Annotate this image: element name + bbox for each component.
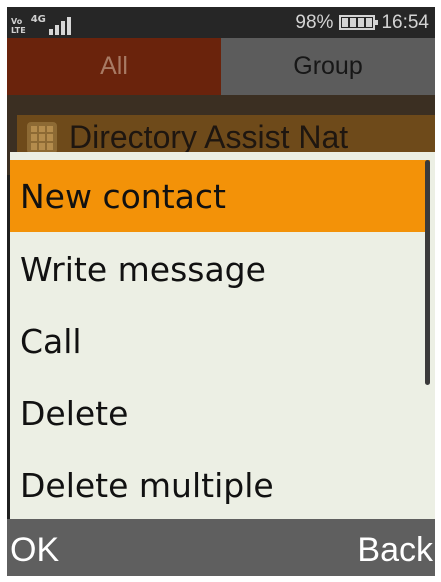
tab-bar: All Group — [7, 38, 435, 95]
tab-group[interactable]: Group — [221, 38, 435, 95]
phone-screen: Vo LTE 4G 98% 16:54 All Group Directory … — [7, 7, 435, 576]
tab-group-label: Group — [293, 52, 363, 80]
ok-softkey[interactable]: OK — [10, 531, 59, 570]
network-type-label: 4G — [30, 14, 46, 25]
menu-item-call[interactable]: Call — [10, 305, 430, 377]
menu-item-label: Call — [20, 321, 82, 361]
clock: 16:54 — [381, 11, 429, 33]
status-bar: Vo LTE 4G 98% 16:54 — [7, 7, 435, 38]
menu-item-label: Write message — [20, 249, 266, 289]
menu-item-label: Delete — [20, 393, 129, 433]
contact-name: Directory Assist Nat — [69, 119, 349, 155]
options-menu: New contact Write message Call Delete De… — [10, 152, 435, 519]
menu-item-label: New contact — [20, 176, 226, 216]
status-right: 98% 16:54 — [295, 7, 429, 38]
back-softkey[interactable]: Back — [357, 531, 433, 570]
tab-all[interactable]: All — [7, 38, 221, 95]
menu-item-write-message[interactable]: Write message — [10, 233, 430, 305]
volte-top-label: Vo — [11, 17, 23, 26]
status-left: Vo LTE 4G — [11, 11, 71, 35]
battery-percent: 98% — [295, 11, 334, 33]
menu-scrollbar[interactable] — [425, 160, 430, 385]
signal-strength-icon — [48, 15, 71, 35]
contact-card-icon — [27, 121, 57, 154]
menu-item-label: Delete multiple — [20, 465, 274, 505]
tab-all-label: All — [100, 52, 128, 80]
menu-item-new-contact[interactable]: New contact — [10, 160, 430, 232]
volte-indicator: Vo LTE — [11, 17, 26, 35]
volte-bottom-label: LTE — [11, 26, 26, 35]
menu-item-delete[interactable]: Delete — [10, 377, 430, 449]
menu-item-delete-multiple[interactable]: Delete multiple — [10, 449, 430, 521]
softkey-bar: OK Back — [7, 519, 435, 576]
battery-icon — [339, 15, 379, 30]
